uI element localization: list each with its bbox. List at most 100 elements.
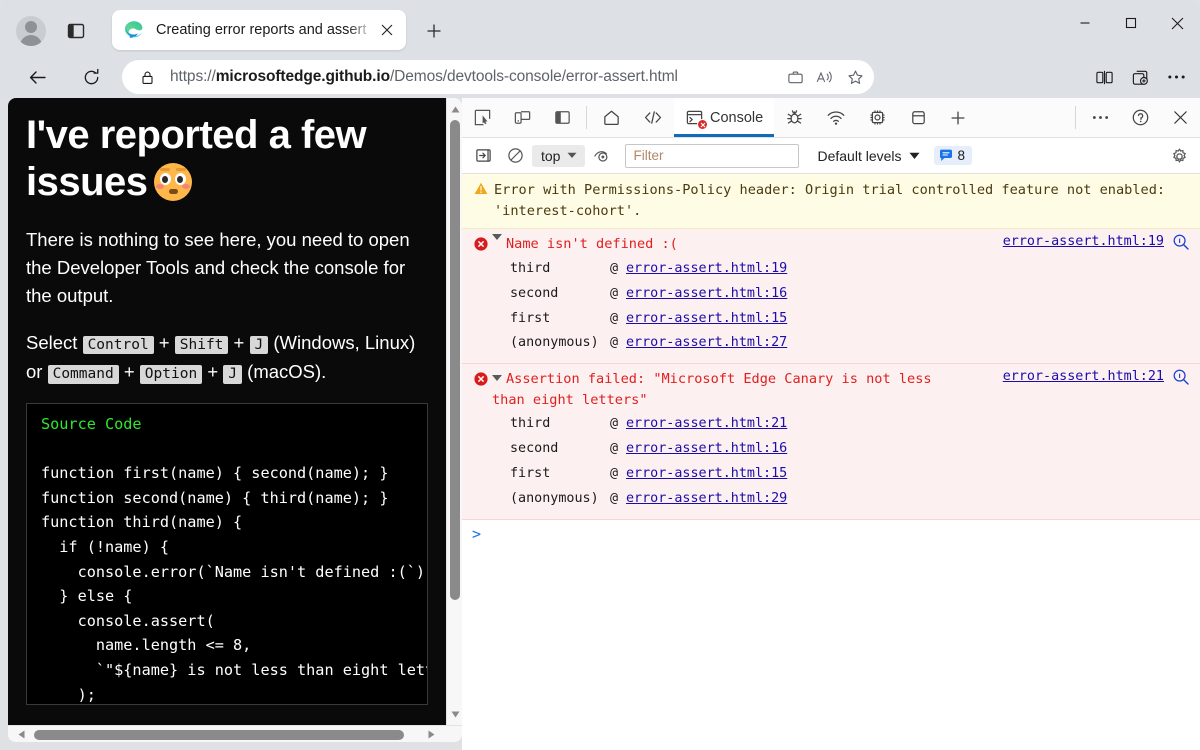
issues-counter-button[interactable]: 8 <box>934 146 973 165</box>
inspect-element-button[interactable] <box>462 98 502 137</box>
tab-welcome[interactable] <box>591 98 632 137</box>
error-circle-icon <box>470 369 492 512</box>
scroll-right-arrow-icon[interactable] <box>422 726 440 742</box>
maximize-button[interactable] <box>1108 0 1154 46</box>
stack-source-link[interactable]: error-assert.html:16 <box>626 282 787 307</box>
minimize-button[interactable] <box>1062 0 1108 46</box>
triangle-down-icon[interactable] <box>492 375 502 381</box>
page-vertical-scrollbar[interactable] <box>446 98 462 725</box>
console-prompt[interactable]: > <box>462 520 1200 549</box>
tab-application[interactable] <box>898 98 939 137</box>
stack-source-link[interactable]: error-assert.html:29 <box>626 487 787 512</box>
add-favorite-button[interactable] <box>840 62 870 92</box>
dock-side-button[interactable] <box>542 98 582 137</box>
customize-devtools-button[interactable] <box>1080 98 1120 137</box>
close-window-button[interactable] <box>1154 0 1200 46</box>
prompt-chevron-icon: > <box>472 527 481 542</box>
read-aloud-button[interactable] <box>810 62 840 92</box>
browser-window: Creating error reports and assert <box>0 0 1200 750</box>
console-error-message[interactable]: Assertion failed: "Microsoft Edge Canary… <box>462 364 1200 520</box>
device-emulation-button[interactable] <box>502 98 542 137</box>
profile-avatar[interactable] <box>14 14 48 48</box>
triangle-down-icon[interactable] <box>492 234 502 240</box>
collections-omnibox-button[interactable] <box>780 62 810 92</box>
scroll-left-arrow-icon[interactable] <box>12 726 30 742</box>
split-screen-button[interactable] <box>1086 60 1122 94</box>
stack-source-link[interactable]: error-assert.html:21 <box>626 412 787 437</box>
clear-console-button[interactable] <box>500 143 530 169</box>
scroll-up-arrow-icon[interactable] <box>447 100 462 118</box>
console-message-list[interactable]: Error with Permissions-Policy header: Or… <box>462 174 1200 750</box>
tab-sources[interactable] <box>774 98 815 137</box>
stack-frame: second @ error-assert.html:16 <box>492 282 1192 307</box>
browser-settings-button[interactable] <box>1158 60 1194 94</box>
site-information-lock-icon <box>140 70 155 85</box>
chevron-down-icon <box>909 152 920 160</box>
site-information-button[interactable] <box>136 70 158 85</box>
tab-console[interactable]: Console <box>674 98 774 137</box>
more-tools-button[interactable] <box>939 98 977 137</box>
stack-source-link[interactable]: error-assert.html:15 <box>626 307 787 332</box>
tab-elements[interactable] <box>632 98 674 137</box>
customize-ellipsis-icon <box>1092 115 1109 120</box>
clear-console-icon <box>507 147 524 164</box>
stack-frame: (anonymous) @ error-assert.html:29 <box>492 487 1192 512</box>
minimize-icon <box>1079 17 1091 29</box>
profile-avatar-icon <box>16 16 46 46</box>
page-vscroll-thumb[interactable] <box>450 120 460 600</box>
ellipsis-more-icon <box>1167 74 1186 80</box>
tab-close-button[interactable] <box>376 19 398 41</box>
address-bar[interactable]: https://microsoftedge.github.io/Demos/de… <box>122 60 874 94</box>
warning-triangle-icon <box>470 180 492 221</box>
stack-source-link[interactable]: error-assert.html:15 <box>626 462 787 487</box>
stack-at-symbol: @ <box>610 462 626 487</box>
view-source-magnify-icon[interactable] <box>1172 233 1190 251</box>
back-button[interactable] <box>20 60 54 94</box>
error-source-link[interactable]: error-assert.html:19 <box>1003 234 1164 249</box>
page-hscroll-thumb[interactable] <box>34 730 404 740</box>
page-content: I've reported a few issues There is noth… <box>8 98 446 725</box>
tab-performance[interactable] <box>857 98 898 137</box>
windows-note: (Windows, Linux) <box>273 332 415 353</box>
collections-button[interactable] <box>1122 60 1158 94</box>
stack-source-link[interactable]: error-assert.html:27 <box>626 331 787 356</box>
more-tools-plus-icon <box>950 110 966 126</box>
stack-frame: (anonymous) @ error-assert.html:27 <box>492 331 1192 356</box>
console-sidebar-toggle-button[interactable] <box>468 143 498 169</box>
scroll-down-arrow-icon[interactable] <box>447 705 462 723</box>
stack-source-link[interactable]: error-assert.html:19 <box>626 257 787 282</box>
toolbar-actions <box>1086 60 1194 94</box>
reload-button[interactable] <box>74 60 108 94</box>
stack-function-name: (anonymous) <box>492 487 610 512</box>
console-settings-button[interactable] <box>1166 143 1192 169</box>
console-warning-message[interactable]: Error with Permissions-Policy header: Or… <box>462 174 1200 229</box>
tabbar-divider <box>586 106 587 129</box>
new-tab-button[interactable] <box>418 16 450 46</box>
stack-at-symbol: @ <box>610 437 626 462</box>
close-devtools-button[interactable] <box>1160 98 1200 137</box>
error-circle-icon <box>470 234 492 356</box>
log-levels-dropdown[interactable]: Default levels <box>817 148 919 164</box>
stack-source-link[interactable]: error-assert.html:16 <box>626 437 787 462</box>
key-shift: Shift <box>175 336 229 355</box>
application-storage-icon <box>909 108 928 127</box>
javascript-context-selector[interactable]: top <box>532 145 585 167</box>
devtools-help-button[interactable] <box>1120 98 1160 137</box>
error-source-link[interactable]: error-assert.html:21 <box>1003 369 1164 384</box>
tab-network[interactable] <box>815 98 857 137</box>
dock-side-icon <box>553 108 572 127</box>
console-filter-input[interactable]: Filter <box>625 144 799 168</box>
sources-debug-bug-icon <box>785 108 804 127</box>
stack-function-name: second <box>492 437 610 462</box>
create-live-expression-button[interactable] <box>587 143 617 169</box>
console-error-message[interactable]: Name isn't defined :( third @ error-asse… <box>462 229 1200 364</box>
page-horizontal-scrollbar[interactable] <box>8 725 462 742</box>
inspect-element-icon <box>473 108 492 127</box>
browser-tab[interactable]: Creating error reports and assert <box>112 10 406 50</box>
maximize-icon <box>1125 17 1137 29</box>
key-j-win: J <box>250 336 269 355</box>
tab-search-button[interactable] <box>60 16 92 46</box>
page-paragraph: There is nothing to see here, you need t… <box>26 226 428 309</box>
view-source-magnify-icon[interactable] <box>1172 368 1190 386</box>
stack-frame: first @ error-assert.html:15 <box>492 462 1192 487</box>
